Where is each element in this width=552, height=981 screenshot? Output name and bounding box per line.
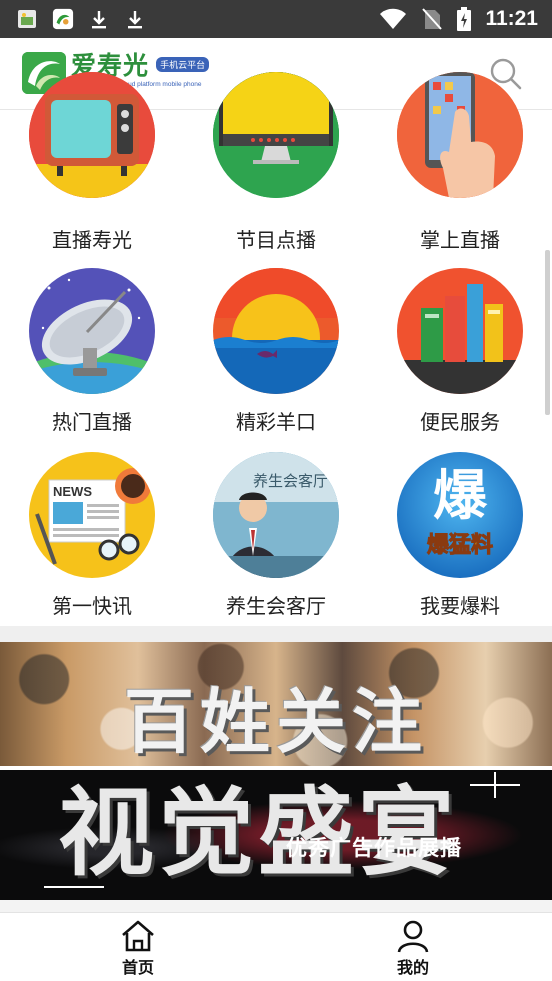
grid-item-on-demand[interactable]: 节目点播: [184, 72, 368, 252]
grid-item-tips[interactable]: 爆 爆猛料 我要爆料: [368, 452, 552, 618]
grid-item-label: 直播寿光: [52, 228, 132, 252]
grid-item-services[interactable]: 便民服务: [368, 268, 552, 434]
banner-public-focus[interactable]: 百姓关注: [0, 642, 552, 766]
decorative-line: [44, 886, 104, 888]
grid-item-mobile-live[interactable]: 掌上直播: [368, 72, 552, 252]
grid-item-label: 我要爆料: [420, 594, 500, 618]
status-time: 11:21: [485, 7, 538, 30]
battery-charging-icon: [457, 7, 472, 31]
satellite-dish-icon: [29, 268, 155, 394]
sunset-sea-icon: [213, 268, 339, 394]
host-photo-text: 养生会客厅: [253, 472, 328, 490]
nav-item-home[interactable]: 首页: [88, 919, 188, 978]
grid-item-label: 精彩羊口: [236, 410, 316, 434]
logo-badge: 手机云平台: [156, 57, 210, 72]
download-icon: [88, 8, 110, 30]
wifi-icon: [379, 8, 407, 30]
tv-icon: [29, 72, 155, 198]
baoliao-small: 爆猛料: [427, 532, 493, 558]
host-photo-icon: 养生会客厅: [213, 452, 339, 578]
bottom-nav: 首页 我的: [0, 912, 552, 981]
monitor-icon: [213, 72, 339, 198]
decorative-line: [494, 772, 496, 798]
grid-item-health-salon[interactable]: 养生会客厅 养生会客厅: [184, 452, 368, 618]
app-notification-icon: [52, 8, 74, 30]
grid-item-live-shouguang[interactable]: 直播寿光: [0, 72, 184, 252]
home-icon: [122, 920, 154, 952]
nav-label: 我的: [396, 958, 429, 977]
newspaper-icon: NEWS: [29, 452, 155, 578]
banner-visual-feast[interactable]: 视觉盛宴 优秀广告作品展播: [0, 770, 552, 900]
phone-hand-icon: [397, 72, 523, 198]
grid-item-hot-live[interactable]: 热门直播: [0, 268, 184, 434]
banner-title: 百姓关注: [124, 681, 428, 763]
grid-item-label: 便民服务: [420, 410, 500, 434]
grid-item-label: 掌上直播: [420, 228, 500, 252]
feature-grid: 直播寿光 节目点播 掌上直播 热门直播 精彩羊口 便民服务 NEWS 第一快讯 …: [0, 72, 552, 626]
gallery-app-icon: [16, 8, 38, 30]
svg-text:NEWS: NEWS: [53, 484, 92, 499]
baoliao-icon: 爆 爆猛料: [397, 452, 523, 578]
grid-item-yangkou[interactable]: 精彩羊口: [184, 268, 368, 434]
banner-subtitle: 优秀广告作品展播: [286, 836, 462, 860]
section-divider: [0, 900, 552, 912]
books-icon: [397, 268, 523, 394]
grid-item-label: 节目点播: [236, 228, 316, 252]
grid-item-news[interactable]: NEWS 第一快讯: [0, 452, 184, 618]
scrollbar[interactable]: [545, 250, 550, 415]
nav-label: 首页: [121, 958, 154, 977]
download-icon: [124, 8, 146, 30]
grid-item-label: 热门直播: [52, 410, 132, 434]
nav-item-mine[interactable]: 我的: [363, 919, 463, 978]
grid-item-label: 养生会客厅: [226, 594, 326, 618]
baoliao-big: 爆: [433, 464, 488, 527]
status-bar: 11:21: [0, 0, 552, 38]
no-sim-icon: [421, 8, 443, 30]
grid-item-label: 第一快讯: [52, 594, 132, 618]
section-divider: [0, 626, 552, 642]
user-icon: [397, 920, 429, 953]
